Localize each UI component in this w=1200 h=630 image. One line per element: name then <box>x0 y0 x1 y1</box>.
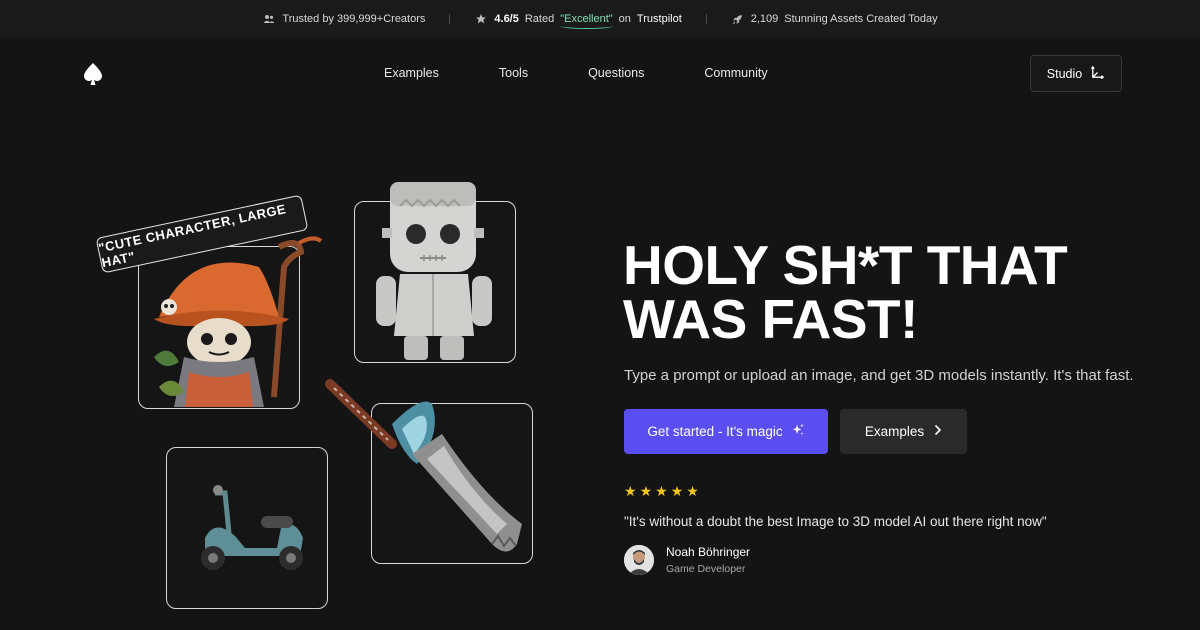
star-icon: ★ <box>686 483 699 499</box>
example-card-scooter[interactable] <box>166 447 328 609</box>
author-role: Game Developer <box>666 563 746 575</box>
excellent-label: "Excellent" <box>560 13 614 29</box>
sparkle-icon <box>791 423 805 440</box>
hero-headline: HOLY SH*T THAT WAS FAST! <box>623 234 1068 350</box>
users-icon <box>262 12 276 26</box>
trusted-text: Trusted by 399,999+Creators <box>282 13 426 25</box>
testimonial-quote: "It's without a doubt the best Image to … <box>624 514 1047 529</box>
brand-logo[interactable] <box>82 62 104 86</box>
star-icon: ★ <box>655 483 668 499</box>
hero-subtext: Type a prompt or upload an image, and ge… <box>624 367 1134 384</box>
announcement-bar: Trusted by 399,999+Creators 4.6/5 Rated … <box>0 0 1200 38</box>
trustpilot-link[interactable]: Trustpilot <box>637 13 682 25</box>
rating-stars: ★ ★ ★ ★ ★ <box>624 484 699 498</box>
get-started-label: Get started - It's magic <box>647 424 783 439</box>
divider <box>449 14 451 24</box>
trusted-item: Trusted by 399,999+Creators <box>262 12 425 26</box>
on-label: on <box>618 13 631 25</box>
monster-model-image <box>376 182 492 360</box>
avatar <box>624 545 654 575</box>
rated-label: Rated <box>524 13 555 25</box>
testimonial-author: Noah Böhringer Game Developer <box>624 545 750 575</box>
studio-button[interactable]: Studio <box>1030 55 1122 92</box>
main-navigation: Examples Tools Questions Community Studi… <box>0 38 1200 110</box>
author-info: Noah Böhringer Game Developer <box>666 545 750 575</box>
assets-label: Stunning Assets Created Today <box>784 13 938 25</box>
studio-label: Studio <box>1046 66 1083 81</box>
nav-item-tools[interactable]: Tools <box>499 66 528 80</box>
scooter-model-image <box>201 485 303 570</box>
example-card-sword[interactable] <box>325 379 533 564</box>
sword-model-image <box>325 379 522 552</box>
rating-item: 4.6/5 Rated "Excellent" on Trustpilot <box>474 12 682 29</box>
nav-item-examples[interactable]: Examples <box>384 66 439 80</box>
example-card-wizard[interactable] <box>138 236 323 409</box>
star-icon: ★ <box>624 483 637 499</box>
divider <box>705 14 707 24</box>
get-started-button[interactable]: Get started - It's magic <box>624 409 828 454</box>
nav-menu: Examples Tools Questions Community <box>384 66 768 80</box>
examples-button[interactable]: Examples <box>840 409 967 454</box>
nav-item-community[interactable]: Community <box>704 66 767 80</box>
example-card-monster[interactable] <box>354 182 516 363</box>
assets-item: 2,109 Stunning Assets Created Today <box>731 12 938 26</box>
chevron-right-icon <box>934 424 942 439</box>
assets-count: 2,109 <box>750 13 779 25</box>
examples-label: Examples <box>864 424 925 439</box>
star-icon: ★ <box>670 483 684 499</box>
star-icon <box>474 12 488 26</box>
axis-icon <box>1090 65 1105 83</box>
rating-score: 4.6/5 <box>494 13 519 25</box>
rocket-icon <box>731 12 745 26</box>
star-icon: ★ <box>639 483 653 499</box>
nav-item-questions[interactable]: Questions <box>588 66 644 80</box>
author-name: Noah Böhringer <box>666 545 751 559</box>
